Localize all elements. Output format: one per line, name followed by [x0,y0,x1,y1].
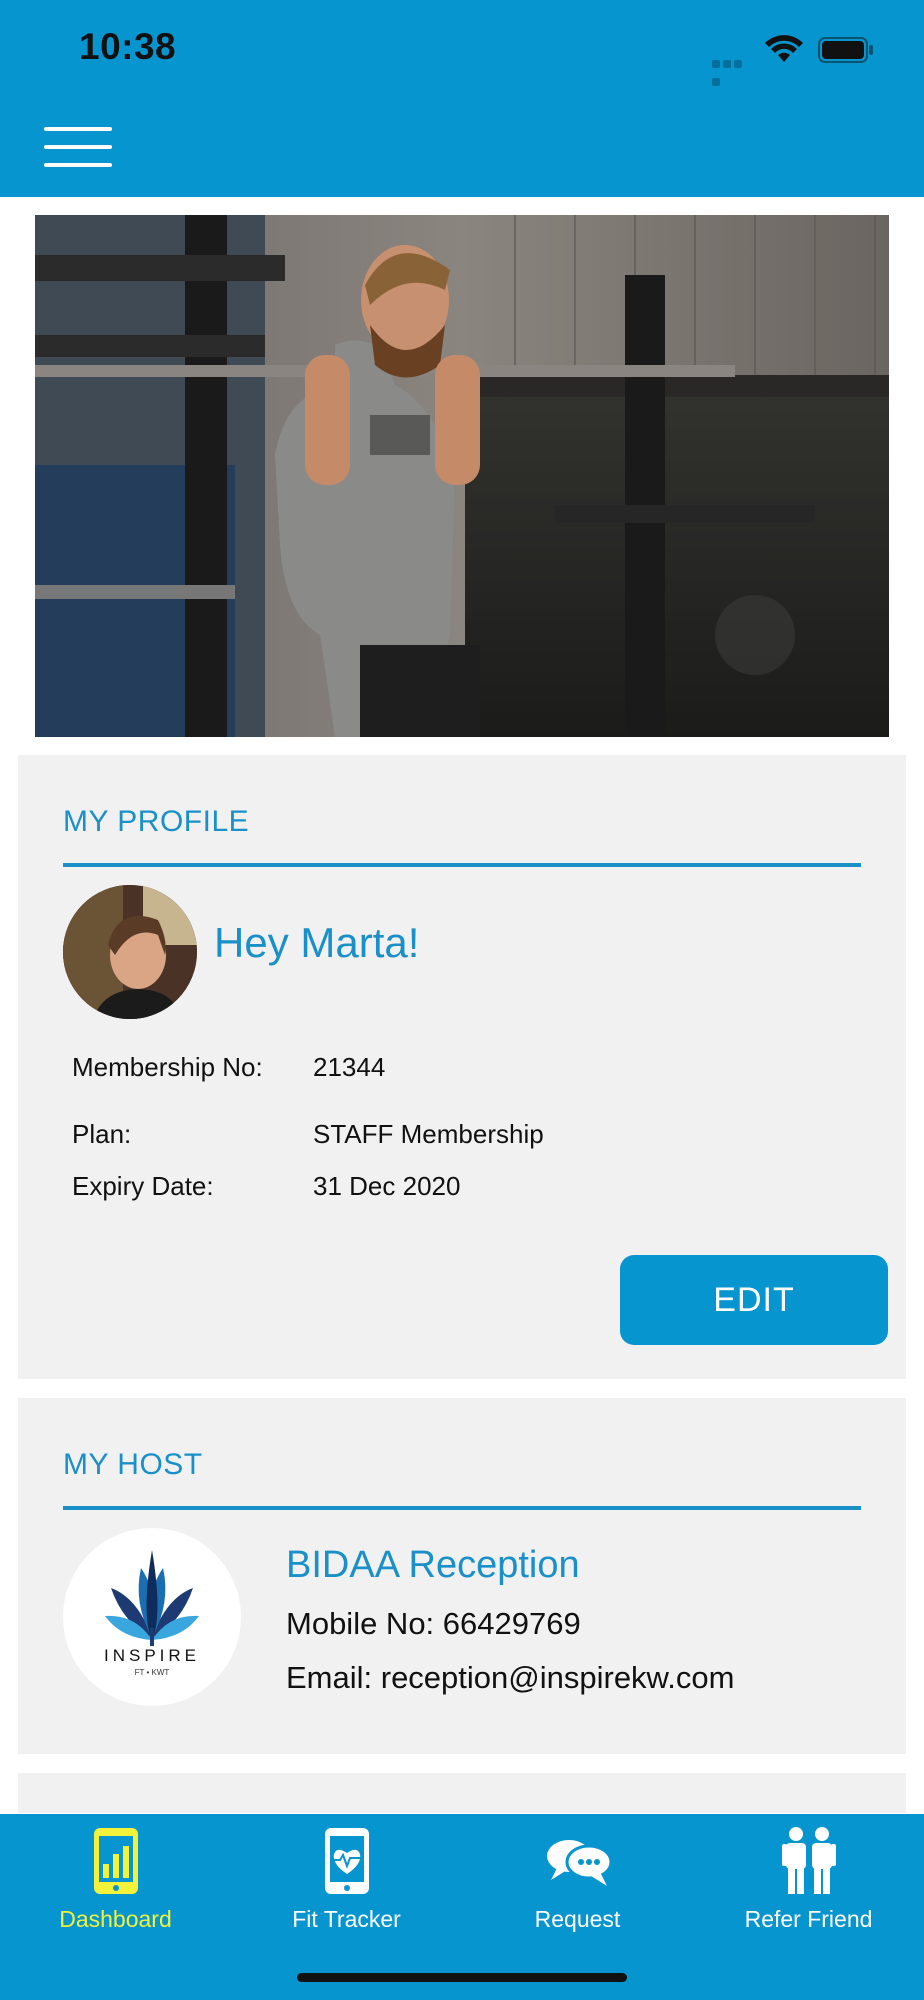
nav-request[interactable]: Request [462,1814,693,1954]
profile-card: MY PROFILE Hey Marta! Membership No: 213… [18,755,906,1379]
nav-dashboard-label: Dashboard [59,1906,172,1932]
greeting: Hey Marta! [214,919,420,966]
top-bar: 10:38 [0,0,924,197]
chat-bubbles-icon [546,1840,612,1886]
plan-value: STAFF Membership [313,1119,544,1149]
avatar[interactable] [63,885,197,1019]
heartbeat-phone-icon [324,1828,369,1894]
hero-gym-photo [35,215,889,737]
hamburger-menu-icon[interactable] [44,127,112,167]
battery-icon [818,37,873,63]
nav-refer-friend[interactable]: Refer Friend [693,1814,924,1954]
inspire-leaf-icon [105,1550,199,1646]
cellular-signal-icon [712,55,754,86]
profile-divider [63,863,861,867]
nav-fit-tracker-label: Fit Tracker [292,1906,401,1932]
nav-refer-friend-label: Refer Friend [744,1906,873,1932]
hero-image [35,215,889,737]
plan-label: Plan: [72,1119,132,1149]
logo-subtext: FT • KWT [134,1668,170,1677]
status-time: 10:38 [79,26,177,67]
membership-no-label: Membership No: [72,1052,263,1082]
wifi-icon [765,35,803,62]
membership-no-value: 21344 [313,1052,386,1082]
host-mobile[interactable]: Mobile No: 66429769 [286,1606,581,1642]
nav-dashboard[interactable]: Dashboard [0,1814,231,1954]
nav-fit-tracker[interactable]: Fit Tracker [231,1814,462,1954]
logo-wordmark: INSPIRE [103,1646,201,1665]
people-icon [781,1827,836,1894]
dashboard-phone-icon [93,1828,138,1894]
host-name: BIDAA Reception [286,1544,580,1586]
next-card [18,1773,906,1813]
user-photo [63,885,197,1019]
profile-section-title: MY PROFILE [63,805,250,838]
host-section-title: MY HOST [63,1448,203,1481]
expiry-date-label: Expiry Date: [72,1171,214,1201]
edit-button[interactable]: EDIT [620,1255,888,1345]
home-indicator [297,1973,627,1982]
nav-request-label: Request [534,1906,621,1932]
host-email[interactable]: Email: reception@inspirekw.com [286,1660,734,1696]
host-divider [63,1506,861,1510]
expiry-date-value: 31 Dec 2020 [313,1171,461,1201]
host-card: MY HOST INSPIRE FT • KWT BIDAA Reception… [18,1398,906,1754]
inspire-logo: INSPIRE FT • KWT [63,1528,241,1706]
